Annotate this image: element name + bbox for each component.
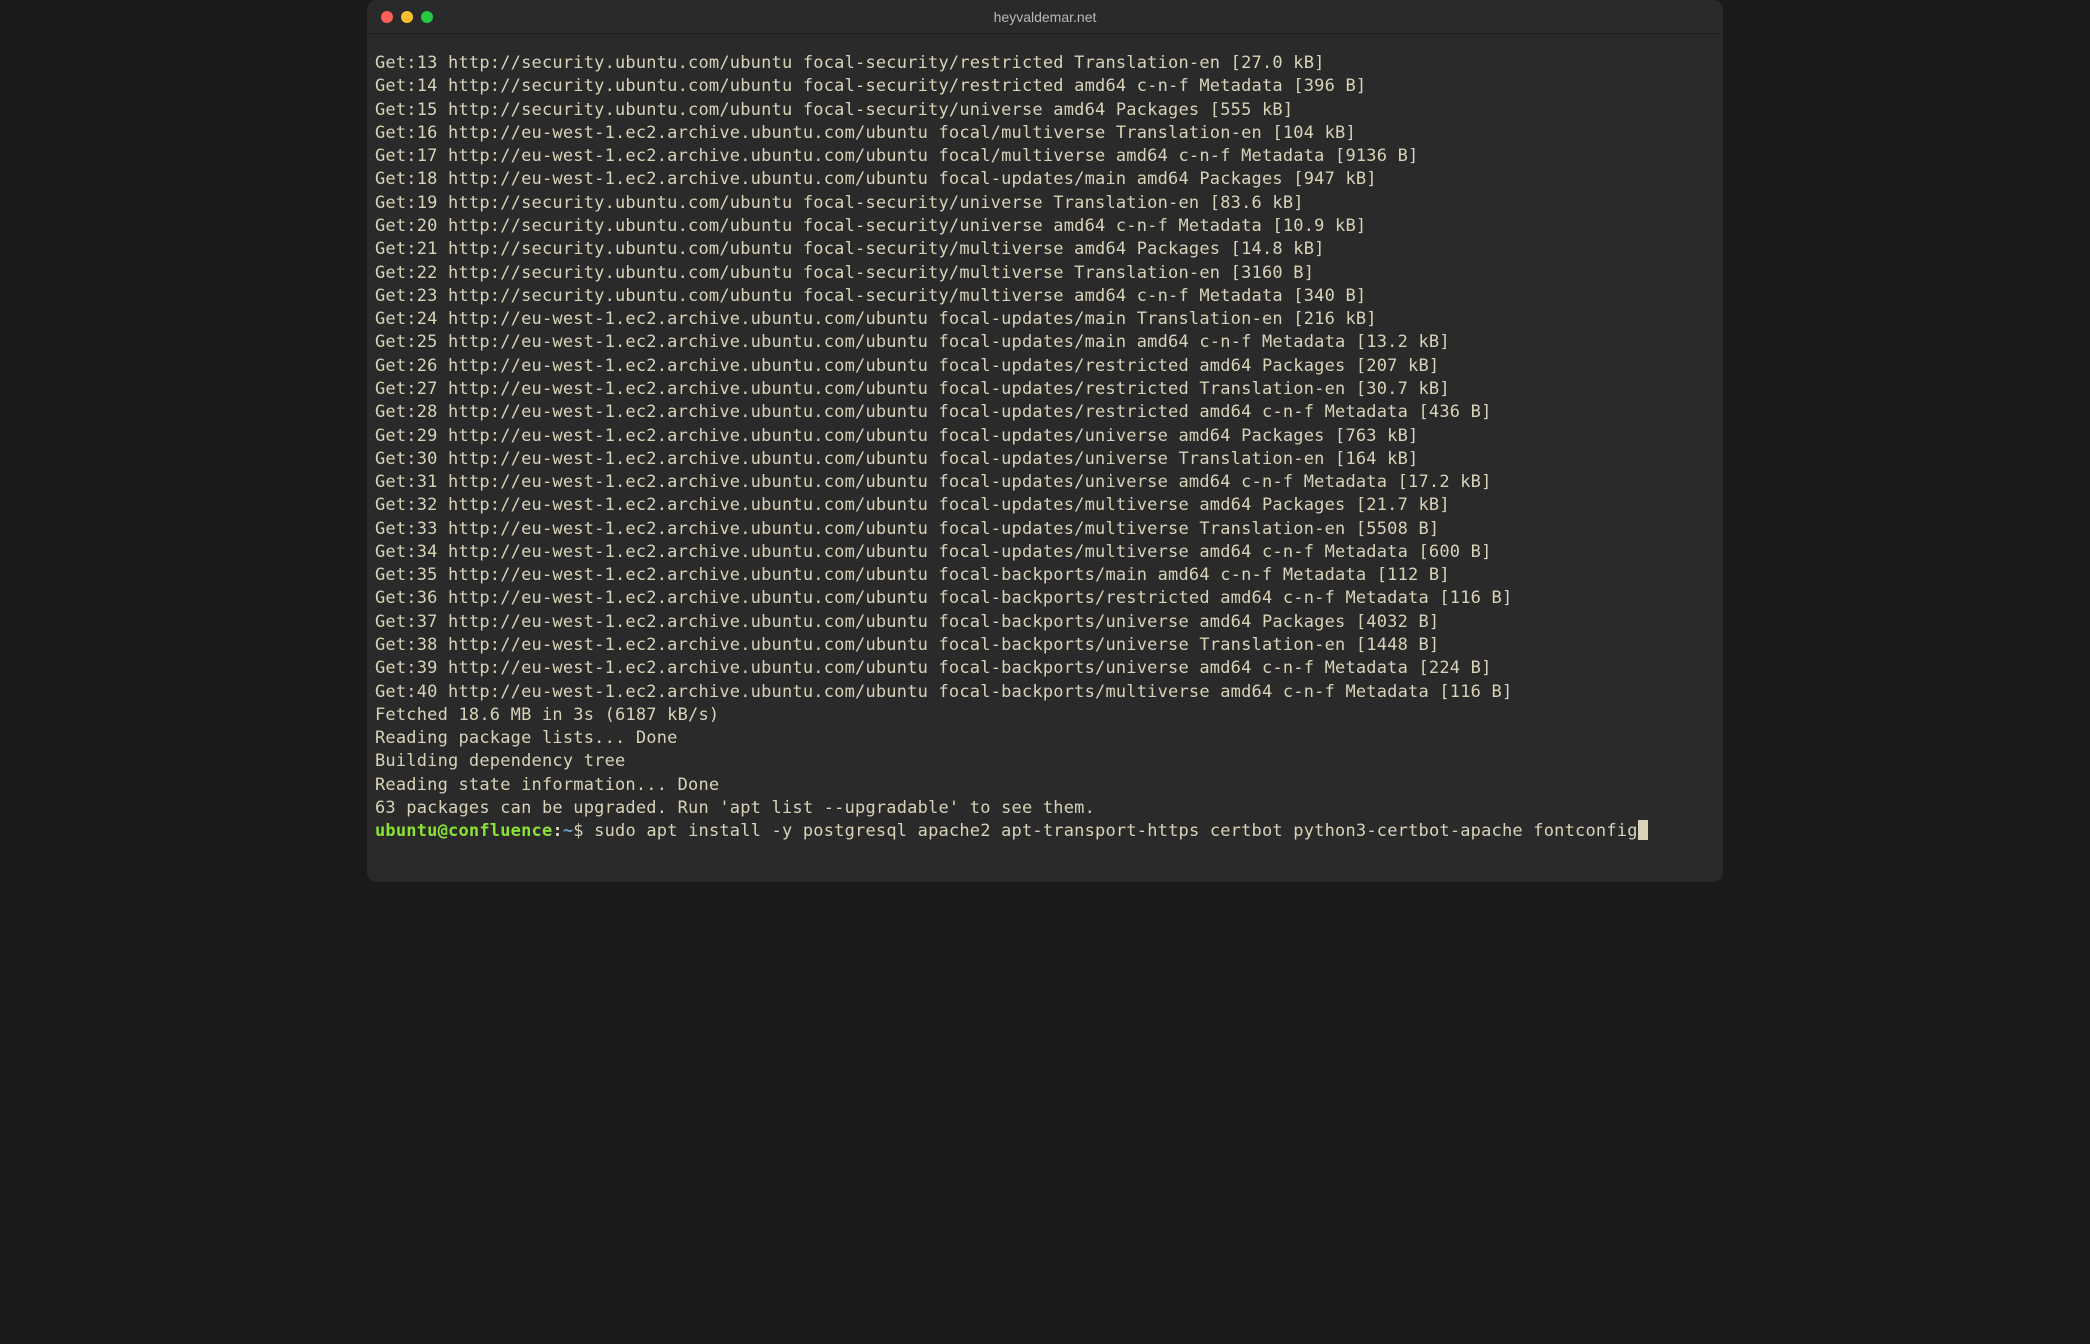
terminal-line: Get:21 http://security.ubuntu.com/ubuntu… xyxy=(375,238,1715,261)
traffic-lights xyxy=(381,11,433,23)
terminal-line: Get:15 http://security.ubuntu.com/ubuntu… xyxy=(375,99,1715,122)
terminal-line: Get:16 http://eu-west-1.ec2.archive.ubun… xyxy=(375,122,1715,145)
terminal-line: Get:30 http://eu-west-1.ec2.archive.ubun… xyxy=(375,448,1715,471)
prompt-dollar: $ xyxy=(573,821,594,841)
terminal-line: Get:24 http://eu-west-1.ec2.archive.ubun… xyxy=(375,308,1715,331)
prompt-command[interactable]: sudo apt install -y postgresql apache2 a… xyxy=(594,821,1638,841)
terminal-line: Get:40 http://eu-west-1.ec2.archive.ubun… xyxy=(375,681,1715,704)
terminal-line: Get:39 http://eu-west-1.ec2.archive.ubun… xyxy=(375,657,1715,680)
terminal-line: Get:33 http://eu-west-1.ec2.archive.ubun… xyxy=(375,518,1715,541)
window-title: heyvaldemar.net xyxy=(994,9,1097,25)
terminal-body[interactable]: Get:13 http://security.ubuntu.com/ubuntu… xyxy=(367,34,1723,852)
prompt-user-host: ubuntu@confluence xyxy=(375,821,552,841)
terminal-line: Get:18 http://eu-west-1.ec2.archive.ubun… xyxy=(375,168,1715,191)
terminal-line: Get:14 http://security.ubuntu.com/ubuntu… xyxy=(375,75,1715,98)
terminal-line: Get:20 http://security.ubuntu.com/ubuntu… xyxy=(375,215,1715,238)
close-button[interactable] xyxy=(381,11,393,23)
terminal-output: Get:13 http://security.ubuntu.com/ubuntu… xyxy=(375,52,1715,820)
terminal-line: 63 packages can be upgraded. Run 'apt li… xyxy=(375,797,1715,820)
terminal-line: Get:19 http://security.ubuntu.com/ubuntu… xyxy=(375,192,1715,215)
terminal-line: Fetched 18.6 MB in 3s (6187 kB/s) xyxy=(375,704,1715,727)
terminal-line: Building dependency tree xyxy=(375,750,1715,773)
prompt-line: ubuntu@confluence:~$ sudo apt install -y… xyxy=(375,820,1715,843)
terminal-line: Get:29 http://eu-west-1.ec2.archive.ubun… xyxy=(375,425,1715,448)
terminal-line: Reading state information... Done xyxy=(375,774,1715,797)
terminal-line: Get:26 http://eu-west-1.ec2.archive.ubun… xyxy=(375,355,1715,378)
prompt-colon: : xyxy=(552,821,562,841)
terminal-line: Reading package lists... Done xyxy=(375,727,1715,750)
terminal-line: Get:36 http://eu-west-1.ec2.archive.ubun… xyxy=(375,587,1715,610)
titlebar: heyvaldemar.net xyxy=(367,0,1723,34)
terminal-line: Get:28 http://eu-west-1.ec2.archive.ubun… xyxy=(375,401,1715,424)
terminal-line: Get:35 http://eu-west-1.ec2.archive.ubun… xyxy=(375,564,1715,587)
terminal-line: Get:32 http://eu-west-1.ec2.archive.ubun… xyxy=(375,494,1715,517)
maximize-button[interactable] xyxy=(421,11,433,23)
terminal-line: Get:38 http://eu-west-1.ec2.archive.ubun… xyxy=(375,634,1715,657)
terminal-line: Get:17 http://eu-west-1.ec2.archive.ubun… xyxy=(375,145,1715,168)
prompt-path: ~ xyxy=(563,821,573,841)
terminal-line: Get:23 http://security.ubuntu.com/ubuntu… xyxy=(375,285,1715,308)
terminal-line: Get:34 http://eu-west-1.ec2.archive.ubun… xyxy=(375,541,1715,564)
minimize-button[interactable] xyxy=(401,11,413,23)
cursor xyxy=(1638,820,1648,840)
terminal-line: Get:27 http://eu-west-1.ec2.archive.ubun… xyxy=(375,378,1715,401)
terminal-line: Get:25 http://eu-west-1.ec2.archive.ubun… xyxy=(375,331,1715,354)
terminal-window: heyvaldemar.net Get:13 http://security.u… xyxy=(367,0,1723,882)
terminal-line: Get:31 http://eu-west-1.ec2.archive.ubun… xyxy=(375,471,1715,494)
terminal-line: Get:22 http://security.ubuntu.com/ubuntu… xyxy=(375,262,1715,285)
terminal-line: Get:13 http://security.ubuntu.com/ubuntu… xyxy=(375,52,1715,75)
terminal-line: Get:37 http://eu-west-1.ec2.archive.ubun… xyxy=(375,611,1715,634)
